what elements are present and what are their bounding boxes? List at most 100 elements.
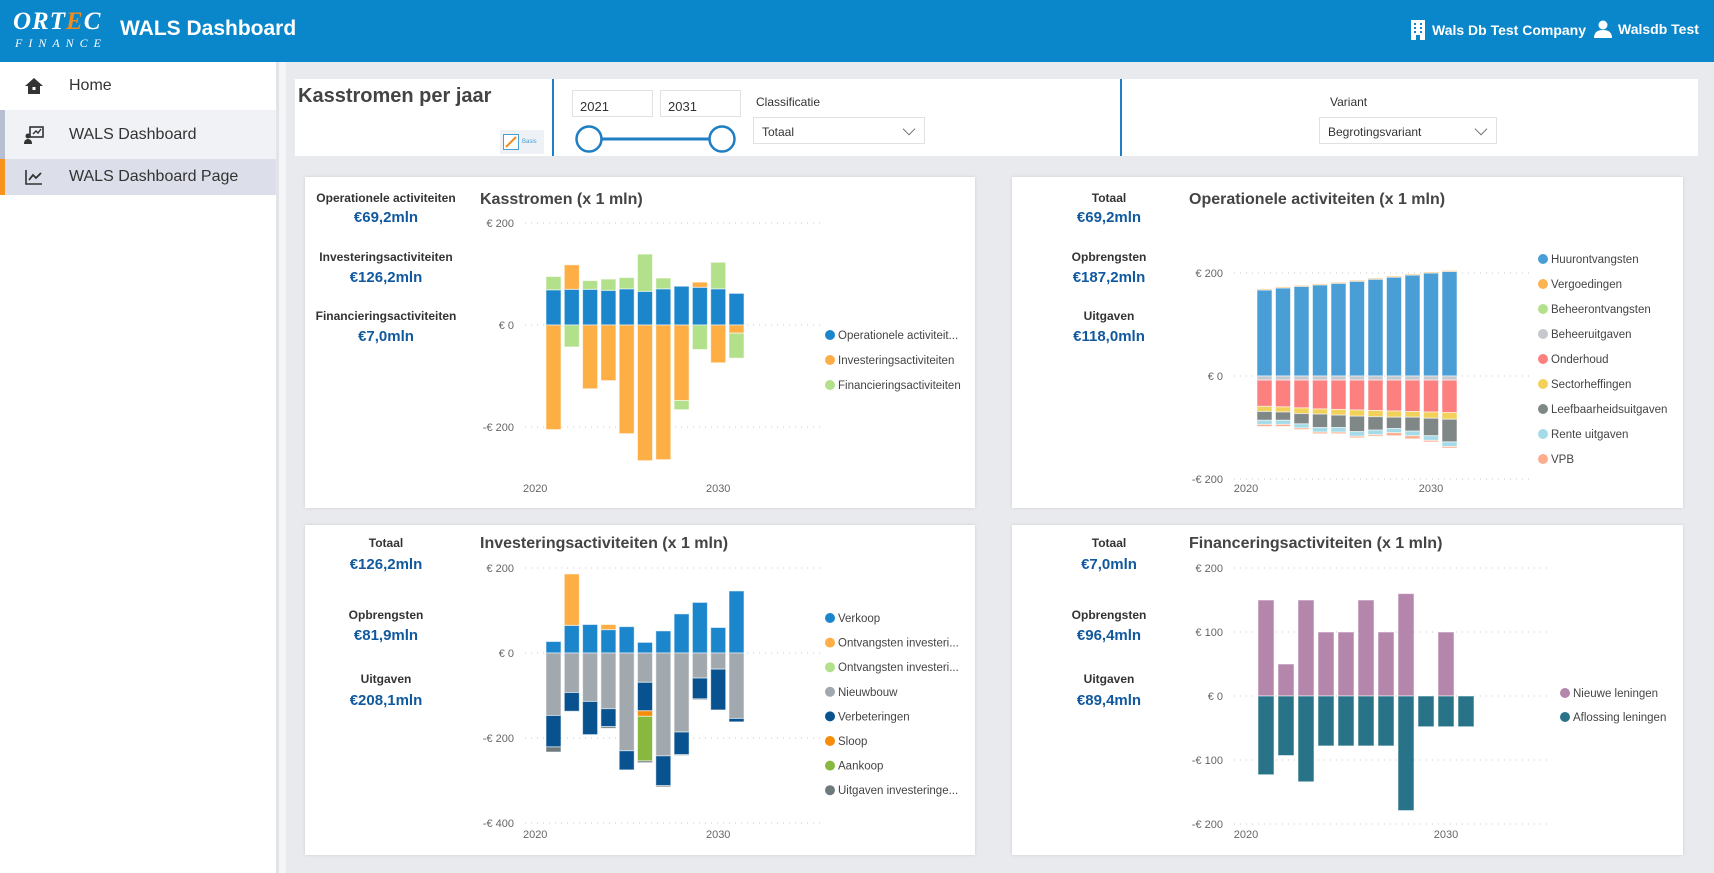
bar-segment[interactable] [1357,599,1375,697]
basis-image[interactable]: Basis [500,130,544,154]
bar-segment[interactable] [728,324,745,334]
legend-label[interactable]: Operationele activiteit... [838,330,958,342]
bar-segment[interactable] [691,281,708,288]
bar-segment[interactable] [673,613,690,654]
bar-segment[interactable] [1349,279,1365,282]
legend-label[interactable]: Uitgaven investeringe... [838,785,958,797]
bar-segment[interactable] [673,652,690,733]
bar-segment[interactable] [691,698,708,701]
bar-segment[interactable] [1275,379,1291,408]
bar-segment[interactable] [1367,416,1384,431]
legend-label[interactable]: Leefbaarheidsuitgaven [1551,404,1667,416]
variant-select[interactable]: Begrotingsvariant [1319,117,1497,144]
bar-segment[interactable] [673,754,690,756]
bar-segment[interactable] [1330,431,1347,435]
bar-segment[interactable] [1367,429,1384,436]
bar-segment[interactable] [1293,427,1310,431]
bar-segment[interactable] [1337,631,1355,697]
slider-handle-end[interactable] [708,125,736,153]
legend-label[interactable]: Ontvangsten investeri... [838,662,959,674]
bar-segment[interactable] [1349,375,1365,381]
bar-segment[interactable] [637,710,653,717]
bar-segment[interactable] [563,624,580,654]
year-to-input[interactable]: 2031 [660,90,741,117]
bar-segment[interactable] [1256,405,1273,413]
bar-segment[interactable] [1441,418,1458,443]
legend-label[interactable]: Sloop [838,736,867,748]
bar-segment[interactable] [1312,427,1328,433]
bar-segment[interactable] [1423,272,1439,377]
bar-segment[interactable] [582,700,599,736]
bar-segment[interactable] [1275,287,1291,377]
bar-segment[interactable] [1312,413,1328,429]
bar-segment[interactable] [1386,410,1402,418]
bar-segment[interactable] [600,726,617,729]
bar-segment[interactable] [655,277,672,290]
bar-segment[interactable] [618,750,635,771]
bar-segment[interactable] [1330,427,1347,433]
bar-segment[interactable] [1257,599,1275,697]
bar-segment[interactable] [1357,695,1375,747]
legend-label[interactable]: Ontvangsten investeri... [838,638,959,650]
bar-segment[interactable] [710,652,727,670]
bar-segment[interactable] [600,624,617,631]
bar-segment[interactable] [710,668,727,711]
legend-label[interactable]: Beheeruitgaven [1551,329,1632,341]
bar-segment[interactable] [710,324,727,364]
bar-segment[interactable] [582,624,599,654]
bar-segment[interactable] [691,652,708,679]
bar-segment[interactable] [1349,435,1365,439]
bar-segment[interactable] [637,324,653,462]
bar-segment[interactable] [1349,280,1365,377]
bar-segment[interactable] [1457,695,1475,728]
bar-segment[interactable] [1330,375,1347,381]
bar-segment[interactable] [1441,446,1458,449]
bar-segment[interactable] [1330,282,1347,377]
bar-segment[interactable] [1317,631,1335,697]
bar-segment[interactable] [1423,417,1439,437]
slider-handle-start[interactable] [575,125,603,153]
bar-segment[interactable] [1423,411,1439,419]
bar-segment[interactable] [1275,423,1291,427]
bar-segment[interactable] [1367,410,1384,418]
bar-segment[interactable] [728,717,745,723]
ortec-finance-logo[interactable]: ORTEC FINANCE [13,8,113,52]
bar-segment[interactable] [600,629,617,654]
bar-segment[interactable] [1423,435,1439,441]
bar-segment[interactable] [1256,288,1273,291]
bar-segment[interactable] [1386,375,1402,381]
bar-segment[interactable] [600,278,617,291]
bar-segment[interactable] [618,288,635,326]
bar-segment[interactable] [1275,419,1291,425]
user-menu[interactable]: Walsdb Test [1594,20,1699,38]
bar-segment[interactable] [1312,431,1328,435]
bar-segment[interactable] [1293,284,1310,287]
bar-segment[interactable] [1367,375,1384,381]
bar-segment[interactable] [1293,423,1310,429]
bar-segment[interactable] [545,289,562,326]
bar-segment[interactable] [1293,375,1310,381]
bar-segment[interactable] [710,627,727,654]
legend-label[interactable]: VPB [1551,454,1574,466]
bar-segment[interactable] [618,324,635,435]
bar-segment[interactable] [710,288,727,326]
bar-segment[interactable] [1441,412,1458,420]
bar-segment[interactable] [673,731,690,756]
bar-segment[interactable] [1386,276,1402,377]
bar-segment[interactable] [1367,278,1384,377]
bar-segment[interactable] [673,324,690,401]
bar-segment[interactable] [1423,271,1439,274]
bar-segment[interactable] [1257,695,1275,776]
bar-segment[interactable] [1293,413,1310,425]
bar-segment[interactable] [637,681,653,712]
bar-segment[interactable] [691,324,708,350]
bar-segment[interactable] [563,264,580,290]
bar-segment[interactable] [1293,407,1310,415]
bar-segment[interactable] [637,641,653,654]
bar-segment[interactable] [545,276,562,291]
bar-segment[interactable] [1397,593,1415,697]
bar-segment[interactable] [545,641,562,654]
bar-segment[interactable] [563,652,580,694]
legend-label[interactable]: Nieuwbouw [838,687,898,699]
bar-segment[interactable] [600,652,617,710]
